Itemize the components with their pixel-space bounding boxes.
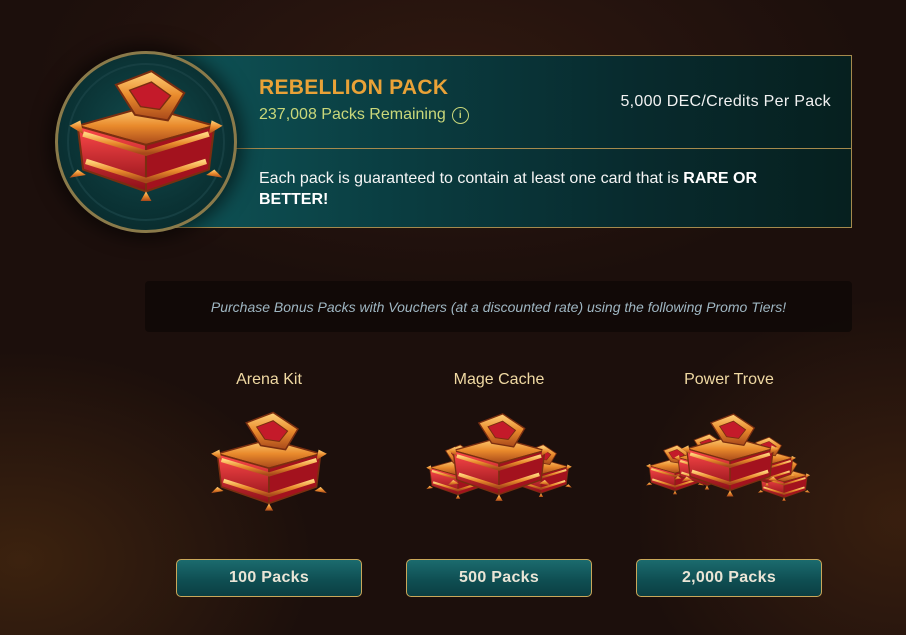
promo-banner: Purchase Bonus Packs with Vouchers (at a… bbox=[145, 281, 852, 332]
arena-kit-chest-icon bbox=[176, 408, 362, 538]
packs-remaining-label: 237,008 Packs Remaining bbox=[259, 106, 446, 123]
tier-name: Power Trove bbox=[684, 371, 774, 388]
pack-medallion bbox=[55, 51, 237, 233]
buy-2000-packs-button[interactable]: 2,000 Packs bbox=[636, 559, 822, 597]
mage-cache-chests-icon bbox=[406, 408, 592, 538]
guarantee-text: Each pack is guaranteed to contain at le… bbox=[259, 170, 684, 187]
promo-text: Purchase Bonus Packs with Vouchers (at a… bbox=[210, 298, 787, 315]
buy-100-packs-button[interactable]: 100 Packs bbox=[176, 559, 362, 597]
pack-info-panel: REBELLION PACK 237,008 Packs Remaining i… bbox=[150, 55, 852, 228]
buy-500-packs-button[interactable]: 500 Packs bbox=[406, 559, 592, 597]
tier-arena-kit: Arena Kit 100 Packs bbox=[176, 368, 362, 597]
pack-title: REBELLION PACK bbox=[259, 76, 449, 99]
packs-remaining: 237,008 Packs Remaining i bbox=[259, 106, 469, 124]
rebellion-chest-icon bbox=[64, 64, 228, 204]
pack-price: 5,000 DEC/Credits Per Pack bbox=[620, 93, 831, 110]
info-icon[interactable]: i bbox=[451, 106, 469, 124]
pack-guarantee: Each pack is guaranteed to contain at le… bbox=[259, 168, 819, 210]
tier-power-trove: Power Trove 2,000 Packs bbox=[636, 368, 822, 597]
tier-name: Mage Cache bbox=[453, 371, 545, 388]
power-trove-chests-icon bbox=[636, 408, 822, 538]
panel-divider bbox=[151, 148, 851, 149]
tier-mage-cache: Mage Cache 500 Packs bbox=[406, 368, 592, 597]
tier-name: Arena Kit bbox=[236, 371, 302, 388]
